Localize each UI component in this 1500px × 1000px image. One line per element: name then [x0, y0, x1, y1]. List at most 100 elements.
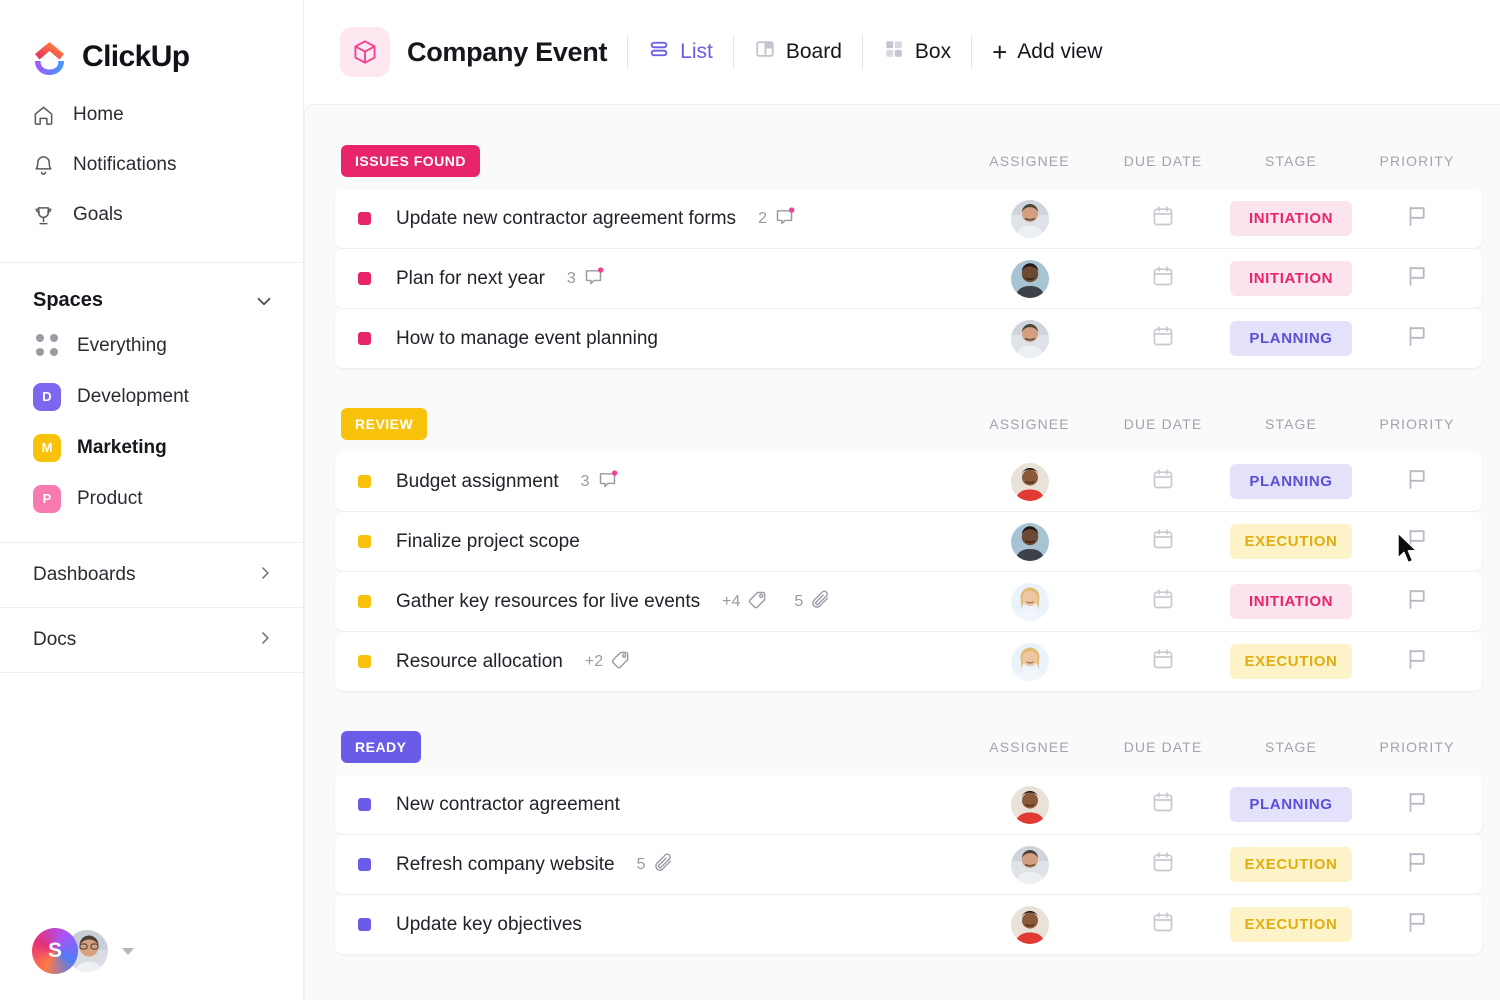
status-badge[interactable]: READY	[341, 731, 421, 763]
stage-cell[interactable]: EXECUTION	[1230, 847, 1352, 882]
stage-cell[interactable]: INITIATION	[1230, 261, 1352, 296]
avatar[interactable]	[1010, 522, 1049, 561]
calendar-icon[interactable]	[1151, 647, 1175, 676]
calendar-icon[interactable]	[1151, 910, 1175, 939]
tag-count-meta[interactable]: +4	[722, 589, 768, 615]
task-name[interactable]: Gather key resources for live events	[396, 591, 700, 613]
assignee-cell[interactable]	[963, 642, 1096, 681]
brand-logo[interactable]: ClickUp	[0, 0, 303, 84]
sidebar-item-goals[interactable]: Goals	[0, 190, 303, 240]
column-header-due-date[interactable]: DUE DATE	[1096, 416, 1230, 432]
table-row[interactable]: New contractor agreement PLANNING	[335, 775, 1482, 834]
stage-cell[interactable]: PLANNING	[1230, 464, 1352, 499]
attachment-count-meta[interactable]: 5	[637, 852, 674, 878]
comment-count-meta[interactable]: 3	[567, 266, 604, 292]
task-status-dot[interactable]	[358, 475, 371, 488]
sidebar-item-docs[interactable]: Docs	[0, 608, 303, 672]
avatar[interactable]	[1010, 462, 1049, 501]
tab-list[interactable]: List	[648, 38, 713, 66]
calendar-icon[interactable]	[1151, 204, 1175, 233]
calendar-icon[interactable]	[1151, 467, 1175, 496]
table-row[interactable]: Finalize project scope EXECUTION	[335, 512, 1482, 571]
task-name[interactable]: New contractor agreement	[396, 794, 620, 816]
due-date-cell[interactable]	[1096, 910, 1230, 939]
column-header-stage[interactable]: STAGE	[1230, 739, 1352, 755]
flag-icon[interactable]	[1405, 324, 1429, 353]
comment-count-meta[interactable]: 3	[581, 469, 618, 495]
spaces-header[interactable]: Spaces	[0, 263, 303, 312]
avatar[interactable]	[1010, 905, 1049, 944]
table-row[interactable]: Update new contractor agreement forms 2 IN…	[335, 189, 1482, 248]
assignee-cell[interactable]	[963, 259, 1096, 298]
assignee-cell[interactable]	[963, 905, 1096, 944]
table-row[interactable]: Plan for next year 3 INITIATION	[335, 249, 1482, 308]
due-date-cell[interactable]	[1096, 647, 1230, 676]
assignee-cell[interactable]	[963, 462, 1096, 501]
due-date-cell[interactable]	[1096, 587, 1230, 616]
calendar-icon[interactable]	[1151, 527, 1175, 556]
avatar[interactable]	[1010, 259, 1049, 298]
task-name[interactable]: Budget assignment	[396, 471, 559, 493]
flag-icon[interactable]	[1405, 264, 1429, 293]
assignee-cell[interactable]	[963, 785, 1096, 824]
due-date-cell[interactable]	[1096, 467, 1230, 496]
flag-icon[interactable]	[1405, 850, 1429, 879]
table-row[interactable]: Update key objectives EXECUTION	[335, 895, 1482, 954]
status-badge[interactable]: REVIEW	[341, 408, 428, 440]
table-row[interactable]: Budget assignment 3 PLANNING	[335, 452, 1482, 511]
avatar[interactable]	[1010, 199, 1049, 238]
flag-icon[interactable]	[1405, 910, 1429, 939]
flag-icon[interactable]	[1405, 587, 1429, 616]
priority-cell[interactable]	[1352, 264, 1482, 293]
assignee-cell[interactable]	[963, 845, 1096, 884]
due-date-cell[interactable]	[1096, 204, 1230, 233]
attachment-count-meta[interactable]: 5	[794, 589, 831, 615]
sidebar-item-notifications[interactable]: Notifications	[0, 140, 303, 190]
table-row[interactable]: How to manage event planning PLANNING	[335, 309, 1482, 368]
sidebar-item-dashboards[interactable]: Dashboards	[0, 543, 303, 607]
column-header-due-date[interactable]: DUE DATE	[1096, 153, 1230, 169]
tab-board[interactable]: Board	[754, 38, 842, 66]
avatar[interactable]	[1010, 785, 1049, 824]
priority-cell[interactable]	[1352, 910, 1482, 939]
task-status-dot[interactable]	[358, 655, 371, 668]
column-header-priority[interactable]: PRIORITY	[1352, 416, 1482, 432]
avatar[interactable]	[1010, 582, 1049, 621]
flag-icon[interactable]	[1405, 467, 1429, 496]
task-status-dot[interactable]	[358, 332, 371, 345]
task-name[interactable]: Plan for next year	[396, 268, 545, 290]
stage-cell[interactable]: INITIATION	[1230, 584, 1352, 619]
assignee-cell[interactable]	[963, 522, 1096, 561]
stage-badge[interactable]: INITIATION	[1230, 584, 1352, 619]
calendar-icon[interactable]	[1151, 264, 1175, 293]
task-status-dot[interactable]	[358, 595, 371, 608]
chevron-right-icon[interactable]	[255, 628, 275, 653]
calendar-icon[interactable]	[1151, 324, 1175, 353]
calendar-icon[interactable]	[1151, 790, 1175, 819]
sidebar-item-marketing[interactable]: M Marketing	[0, 422, 303, 473]
priority-cell[interactable]	[1352, 204, 1482, 233]
user-menu[interactable]: S	[32, 928, 134, 974]
comment-count-meta[interactable]: 2	[758, 206, 795, 232]
avatar[interactable]	[1010, 845, 1049, 884]
table-row[interactable]: Resource allocation +2 EXECUTION	[335, 632, 1482, 691]
priority-cell[interactable]	[1352, 647, 1482, 676]
sidebar-item-product[interactable]: P Product	[0, 473, 303, 524]
tab-box[interactable]: Box	[883, 38, 951, 66]
priority-cell[interactable]	[1352, 467, 1482, 496]
stage-badge[interactable]: PLANNING	[1230, 464, 1352, 499]
stage-badge[interactable]: EXECUTION	[1230, 907, 1352, 942]
assignee-cell[interactable]	[963, 582, 1096, 621]
stage-cell[interactable]: EXECUTION	[1230, 524, 1352, 559]
stage-badge[interactable]: INITIATION	[1230, 201, 1352, 236]
task-name[interactable]: Refresh company website	[396, 854, 615, 876]
sidebar-item-everything[interactable]: Everything	[0, 320, 303, 371]
stage-badge[interactable]: PLANNING	[1230, 321, 1352, 356]
task-status-dot[interactable]	[358, 858, 371, 871]
task-name[interactable]: Resource allocation	[396, 651, 563, 673]
add-view-button[interactable]: + Add view	[992, 39, 1102, 65]
calendar-icon[interactable]	[1151, 587, 1175, 616]
column-header-assignee[interactable]: ASSIGNEE	[963, 739, 1096, 755]
task-name[interactable]: Update new contractor agreement forms	[396, 208, 736, 230]
priority-cell[interactable]	[1352, 587, 1482, 616]
